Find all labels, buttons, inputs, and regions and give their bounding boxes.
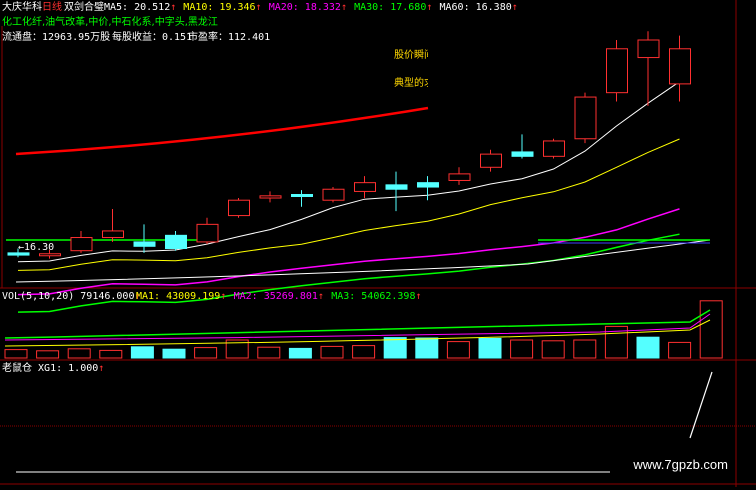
ma-legend-item-4-text: MA60: 16.380 (439, 2, 512, 13)
ma-legend-item-4: MA60: 16.380↑ (440, 2, 518, 14)
ma-legend-item-2-arrow: ↑ (340, 2, 347, 13)
volume-header: VOL(5,10,20) 79146.000↑ (2, 291, 141, 303)
signal-name: 老鼠仓 (2, 363, 32, 374)
stock-chart (0, 0, 756, 487)
chart-stage: 大庆华科 日线 双剑合璧 MA5: 20.512↑ MA10: 19.346↑ MA… (0, 0, 756, 487)
signal-arrow: ↑ (98, 363, 105, 374)
ma-legend-item-0-text: MA5: 20.512 (104, 2, 171, 13)
pe-label: 市盈率： (188, 32, 228, 43)
ma20-line (17, 208, 680, 296)
ma-legend-item-3-arrow: ↑ (426, 2, 433, 13)
candle-body (606, 48, 628, 94)
watermark: www.7gpzb.com (633, 457, 728, 472)
low-price-marker: ←16.30 (18, 242, 55, 253)
candle-body (39, 253, 61, 257)
float-shares-value: 12963.95万股 (42, 32, 111, 43)
float-shares: 流通盘：12963.95万股 (2, 32, 110, 44)
candle-body (354, 182, 376, 192)
pe-ratio: 市盈率：112.401 (188, 32, 270, 44)
candle-body (574, 96, 597, 140)
volume-ma-item-1-arrow: ↑ (317, 291, 324, 302)
ma-legend-item-3: MA30: 17.680↑ (354, 2, 432, 14)
volume-bar (320, 345, 344, 359)
ma-legend-item-2: MA20: 18.332↑ (269, 2, 347, 14)
low-price-value: 16.30 (24, 242, 55, 253)
ma-legend-item-2-text: MA20: 18.332 (268, 2, 341, 13)
volume-bar (699, 300, 723, 359)
volume-bar (541, 340, 565, 359)
ma-legend-item-1: MA10: 19.346↑ (183, 2, 261, 14)
candle-body (637, 39, 660, 59)
candle-body (385, 184, 408, 190)
volume-ma-item-2: MA3: 54062.398↑ (331, 291, 421, 303)
ma-legend-item-4-arrow: ↑ (511, 2, 518, 13)
candle-body (543, 140, 565, 157)
volume-bar (130, 346, 154, 359)
signal-value: 1.000 (68, 363, 99, 374)
ma-legend-item-0: MA5: 20.512↑ (104, 2, 176, 14)
float-shares-label: 流通盘： (2, 32, 42, 43)
volume-bar (415, 337, 439, 359)
long-term-ma-line (15, 106, 429, 156)
candle-body (417, 182, 439, 188)
volume-bar (383, 337, 407, 359)
candle-body (291, 194, 313, 198)
ma-legend-item-1-text: MA10: 19.346 (183, 2, 256, 13)
popup-line-2: 典型的求 (394, 78, 428, 89)
concept-tags: 化工化纤,油气改革,中价,中石化系,中字头,黑龙江 (2, 17, 218, 28)
candle-body (133, 241, 156, 247)
candle-body (669, 48, 691, 85)
info-popup: 股价瞬间 典型的求 (388, 40, 428, 96)
volume-bar (668, 341, 692, 359)
xg1-signal-mark (689, 371, 713, 439)
volume-ma-item-1: MA2: 35269.801↑ (234, 291, 324, 303)
indicator-name: 双剑合璧 (64, 2, 104, 13)
volume-bar (510, 339, 534, 359)
volume-ma-item-1-text: MA2: 35269.801 (233, 291, 318, 302)
signal-label: XG1: (38, 363, 63, 374)
eps: 每股收益：0.151 (112, 32, 192, 44)
ma-legend-item-1-arrow: ↑ (255, 2, 262, 13)
volume-bar (636, 336, 660, 359)
ma-legend-item-0-arrow: ↑ (170, 2, 177, 13)
candle-body (448, 173, 471, 181)
volume-ma-item-2-arrow: ↑ (415, 291, 422, 302)
volume-bar (288, 347, 312, 359)
candle-body (259, 195, 282, 199)
volume-bar (446, 341, 470, 359)
candle-body (480, 153, 502, 168)
volume-bar (257, 346, 281, 359)
period-label[interactable]: 日线 (42, 2, 62, 14)
signal-header: 老鼠仓 XG1: 1.000↑ (2, 363, 104, 375)
volume-value: 79146.000 (80, 291, 135, 302)
candle-body (102, 230, 124, 239)
volume-bar (352, 345, 376, 359)
popup-line-1: 股价瞬间 (394, 50, 428, 61)
candle-body (511, 151, 534, 157)
volume-bar (99, 349, 123, 359)
volume-label: VOL(5,10,20) (2, 291, 75, 302)
volume-bar (478, 337, 502, 359)
candle-body (70, 237, 93, 252)
pe-value: 112.401 (228, 32, 271, 43)
volume-ma-item-0: MA1: 43009.199↑ (136, 291, 226, 303)
candle-body (196, 223, 219, 243)
eps-label: 每股收益： (112, 32, 162, 43)
volume-bar (573, 339, 597, 359)
candle-body (165, 234, 187, 249)
candle-body (228, 199, 250, 217)
volume-ma-item-0-arrow: ↑ (220, 291, 227, 302)
ma-legend-item-3-text: MA30: 17.680 (354, 2, 427, 13)
volume-ma-item-0-text: MA1: 43009.199 (136, 291, 221, 302)
volume-bar (36, 350, 60, 359)
volume-bar (194, 347, 218, 359)
stock-name: 大庆华科 (2, 2, 42, 13)
volume-ma-item-2-text: MA3: 54062.398 (331, 291, 416, 302)
volume-bar (4, 349, 28, 359)
volume-bar (162, 348, 186, 359)
volume-bar (67, 348, 91, 359)
candle-body (322, 188, 345, 201)
